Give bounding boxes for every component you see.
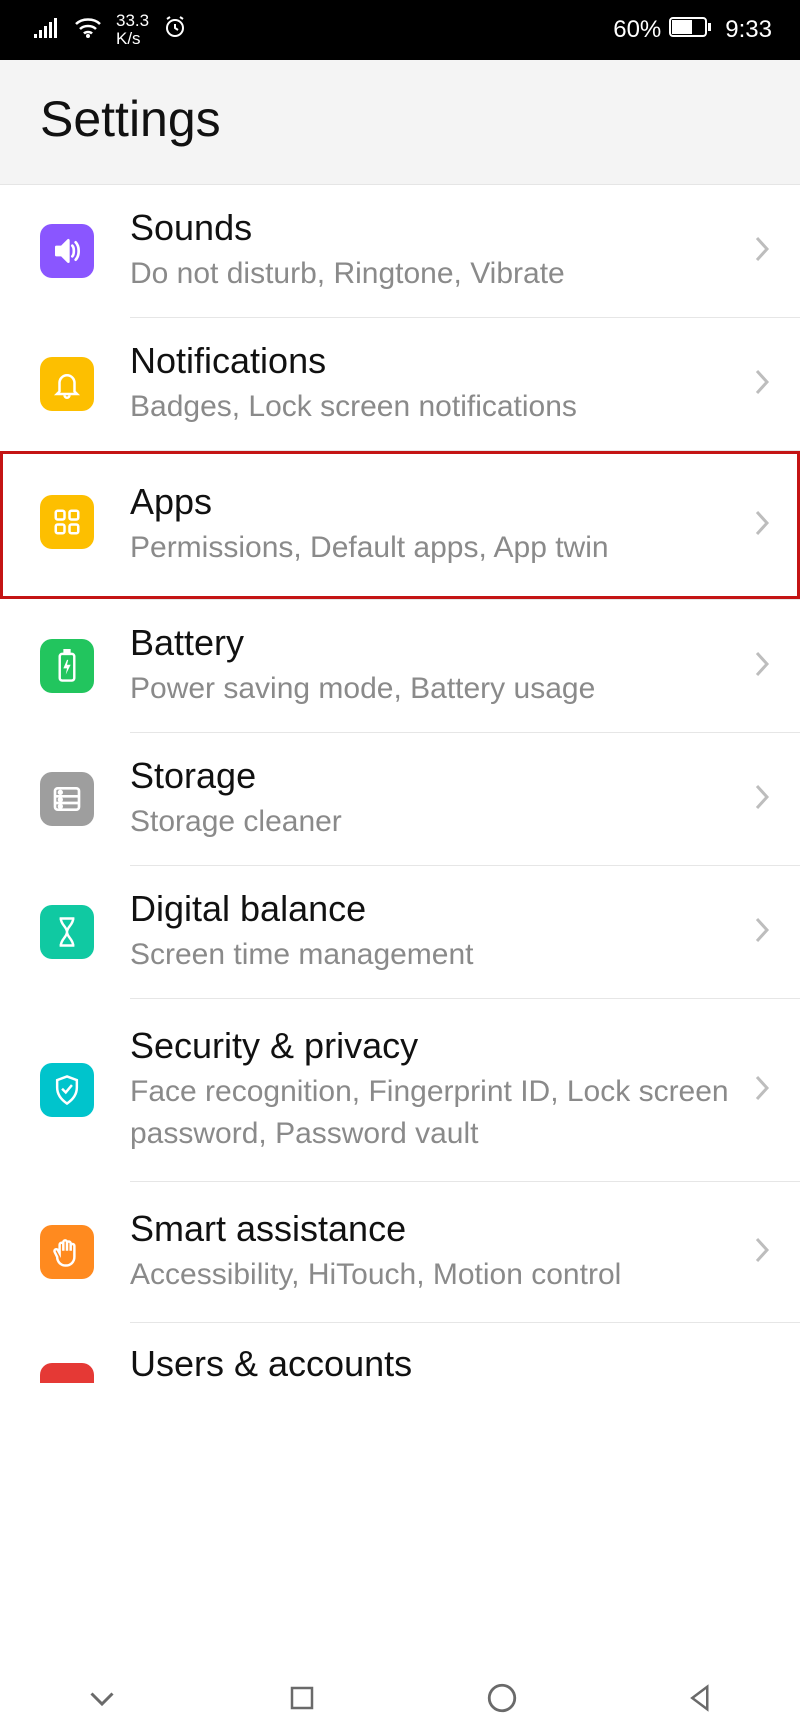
grid-icon xyxy=(40,495,94,549)
settings-item-title: Apps xyxy=(130,481,738,523)
chevron-right-icon xyxy=(754,650,770,683)
settings-item-title: Battery xyxy=(130,622,738,664)
header: Settings xyxy=(0,60,800,185)
settings-item-texts: Digital balance Screen time management xyxy=(130,888,738,976)
wifi-icon xyxy=(74,16,102,45)
chevron-right-icon xyxy=(754,235,770,268)
settings-item-digital-balance[interactable]: Digital balance Screen time management xyxy=(0,866,800,998)
settings-item-texts: Storage Storage cleaner xyxy=(130,755,738,843)
battery-icon xyxy=(40,639,94,693)
settings-item-texts: Smart assistance Accessibility, HiTouch,… xyxy=(130,1208,738,1296)
settings-item-title: Digital balance xyxy=(130,888,738,930)
chevron-right-icon xyxy=(754,1074,770,1107)
settings-item-smart-assistance[interactable]: Smart assistance Accessibility, HiTouch,… xyxy=(0,1182,800,1322)
settings-item-subtitle: Storage cleaner xyxy=(130,801,738,843)
settings-list: Sounds Do not disturb, Ringtone, Vibrate… xyxy=(0,185,800,1389)
status-bar: 33.3K/s 60% 9:33 xyxy=(0,0,800,60)
settings-item-texts: Battery Power saving mode, Battery usage xyxy=(130,622,738,710)
status-right: 60% 9:33 xyxy=(613,16,772,44)
chevron-right-icon xyxy=(754,509,770,542)
settings-item-notifications[interactable]: Notifications Badges, Lock screen notifi… xyxy=(0,318,800,450)
settings-item-texts: Notifications Badges, Lock screen notifi… xyxy=(130,340,738,428)
settings-item-subtitle: Screen time management xyxy=(130,934,738,976)
settings-item-security[interactable]: Security & privacy Face recognition, Fin… xyxy=(0,999,800,1181)
hand-icon xyxy=(40,1225,94,1279)
signal-icon xyxy=(34,16,60,45)
battery-percent: 60% xyxy=(613,16,661,44)
settings-item-subtitle: Face recognition, Fingerprint ID, Lock s… xyxy=(130,1071,738,1155)
settings-item-title: Users & accounts xyxy=(130,1343,770,1385)
settings-item-sounds[interactable]: Sounds Do not disturb, Ringtone, Vibrate xyxy=(0,185,800,317)
settings-item-title: Sounds xyxy=(130,207,738,249)
nav-recents[interactable] xyxy=(287,1683,317,1713)
settings-item-users[interactable]: Users & accounts xyxy=(0,1323,800,1389)
chevron-right-icon xyxy=(754,1236,770,1269)
settings-item-battery[interactable]: Battery Power saving mode, Battery usage xyxy=(0,600,800,732)
storage-icon xyxy=(40,772,94,826)
page-title: Settings xyxy=(40,90,760,148)
settings-item-apps[interactable]: Apps Permissions, Default apps, App twin xyxy=(0,451,800,599)
navigation-bar xyxy=(0,1663,800,1733)
settings-item-storage[interactable]: Storage Storage cleaner xyxy=(0,733,800,865)
alarm-icon xyxy=(163,15,187,46)
user-icon xyxy=(40,1363,94,1383)
settings-item-texts: Sounds Do not disturb, Ringtone, Vibrate xyxy=(130,207,738,295)
settings-item-subtitle: Power saving mode, Battery usage xyxy=(130,668,738,710)
settings-item-title: Security & privacy xyxy=(130,1025,738,1067)
settings-item-texts: Security & privacy Face recognition, Fin… xyxy=(130,1025,738,1155)
status-left: 33.3K/s xyxy=(34,12,187,48)
battery-icon xyxy=(669,16,711,44)
speaker-icon xyxy=(40,224,94,278)
chevron-right-icon xyxy=(754,368,770,401)
settings-item-subtitle: Badges, Lock screen notifications xyxy=(130,386,738,428)
bell-icon xyxy=(40,357,94,411)
settings-item-subtitle: Accessibility, HiTouch, Motion control xyxy=(130,1254,738,1296)
settings-item-subtitle: Do not disturb, Ringtone, Vibrate xyxy=(130,253,738,295)
settings-item-texts: Users & accounts xyxy=(130,1343,770,1389)
network-speed: 33.3K/s xyxy=(116,12,149,48)
chevron-right-icon xyxy=(754,783,770,816)
settings-item-subtitle: Permissions, Default apps, App twin xyxy=(130,527,738,569)
settings-item-title: Notifications xyxy=(130,340,738,382)
shield-icon xyxy=(40,1063,94,1117)
nav-hide-keyboard[interactable] xyxy=(84,1680,120,1716)
settings-item-title: Storage xyxy=(130,755,738,797)
settings-item-title: Smart assistance xyxy=(130,1208,738,1250)
nav-home[interactable] xyxy=(485,1681,519,1715)
clock: 9:33 xyxy=(725,16,772,44)
settings-item-texts: Apps Permissions, Default apps, App twin xyxy=(130,481,738,569)
nav-back[interactable] xyxy=(686,1681,716,1715)
hourglass-icon xyxy=(40,905,94,959)
chevron-right-icon xyxy=(754,916,770,949)
